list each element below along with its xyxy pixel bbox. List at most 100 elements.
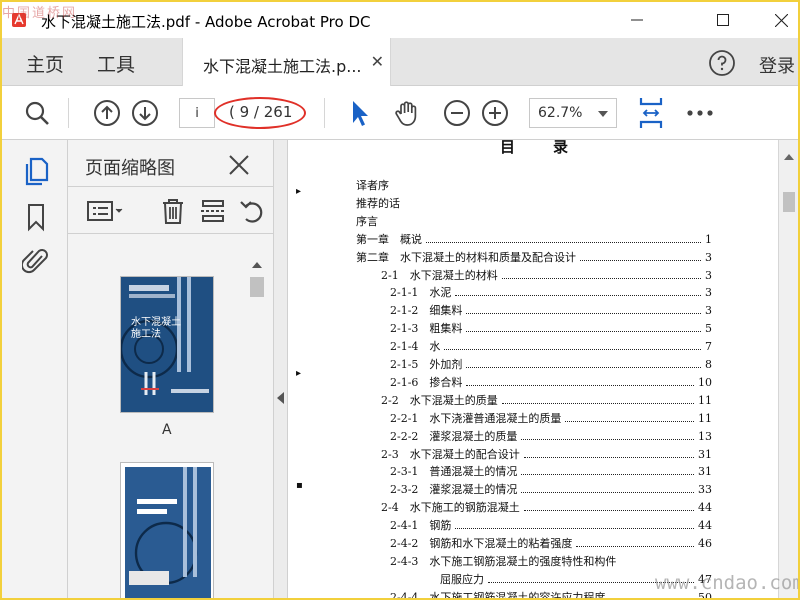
- document-scroll-thumb[interactable]: [783, 192, 795, 212]
- tools-tab[interactable]: 工具: [97, 50, 135, 77]
- cover-title: 水下混凝土施工法: [131, 317, 181, 340]
- next-page-button[interactable]: [130, 98, 160, 128]
- select-tool-button[interactable]: [344, 98, 374, 128]
- page-thumbnail-b[interactable]: [120, 462, 214, 598]
- more-tools-button[interactable]: [685, 98, 715, 128]
- toc-label: 2-3-2 灌浆混凝土的情况: [390, 483, 518, 497]
- toc-leader-dots: [455, 513, 694, 530]
- toc-leader-dots: [521, 459, 694, 476]
- panel-title: 页面缩略图: [85, 158, 175, 179]
- toc-line: 译者序: [288, 178, 728, 194]
- maximize-icon: [717, 14, 729, 26]
- collapse-arrow-icon: [277, 392, 284, 404]
- toc-label: 译者序: [356, 179, 389, 192]
- panel-scroll-thumb[interactable]: [250, 277, 264, 297]
- toc-leader-dots: [501, 263, 701, 279]
- toc-label: 2-1-2 细集料: [390, 304, 463, 318]
- toc-label: 2-1-4 水: [390, 340, 441, 354]
- document-scrollbar[interactable]: [778, 140, 798, 598]
- document-tab[interactable]: 水下混凝土施工法.p... ✕: [182, 38, 391, 86]
- hand-icon: [395, 101, 417, 126]
- toc-leader-dots: [466, 352, 701, 368]
- close-window-button[interactable]: [758, 2, 798, 38]
- toc-page-number: 1: [705, 232, 712, 246]
- menu-bar: 主页 工具: [2, 38, 798, 86]
- bookmark-icon[interactable]: [22, 202, 50, 232]
- toc-page-number: 31: [698, 447, 712, 461]
- previous-page-button[interactable]: [92, 98, 122, 128]
- thumbnail-panel: 页面缩略图 水下混凝土施工法 A: [68, 140, 274, 598]
- attachment-icon[interactable]: [22, 246, 50, 276]
- chevron-down-icon: [598, 111, 608, 117]
- zoom-out-button[interactable]: [442, 98, 472, 128]
- app-window: 水下混凝土施工法.pdf - Adobe Acrobat Pro DC 中国道桥…: [0, 0, 800, 600]
- navigation-rail: [2, 140, 68, 598]
- toc-label: 2-4-2 钢筋和水下混凝土的粘着强度: [390, 537, 573, 550]
- toc-leader-dots: [576, 531, 694, 547]
- arrow-up-circle-icon: [94, 100, 120, 126]
- toc-leader-dots: [466, 370, 694, 386]
- thumbnail-options-icon[interactable]: [86, 197, 126, 225]
- book-cover-thumbnail: [121, 463, 213, 598]
- page-thumbnails-icon[interactable]: [22, 156, 50, 186]
- toc-label: 2-2-2 灌浆混凝土的质量: [390, 429, 518, 443]
- close-panel-icon[interactable]: [228, 154, 250, 176]
- zoom-value: 62.7%: [538, 105, 583, 121]
- toc-page-number: 3: [705, 286, 712, 300]
- toc-label: 2-2 水下混凝土的质量: [381, 393, 498, 407]
- zoom-in-button[interactable]: [480, 98, 510, 128]
- acrobat-app-icon: [12, 13, 26, 27]
- panel-toolbar: [68, 186, 274, 234]
- page-count-highlight: [214, 97, 306, 129]
- zoom-dropdown[interactable]: 62.7%: [529, 98, 617, 128]
- toc-leader-dots: [580, 245, 701, 261]
- delete-page-icon[interactable]: [159, 197, 187, 225]
- toc-page-number: 8: [705, 358, 712, 371]
- maximize-button[interactable]: [700, 2, 746, 38]
- toc-page-number: 33: [698, 483, 712, 497]
- scroll-up-icon[interactable]: [784, 154, 794, 160]
- plus-circle-icon: [482, 100, 508, 126]
- watermark-bottom-right: www.cndao.com: [655, 572, 800, 594]
- close-tab-icon[interactable]: ✕: [371, 52, 384, 71]
- page-number-input[interactable]: i: [179, 98, 215, 128]
- page-thumbnail-a[interactable]: 水下混凝土施工法: [120, 276, 214, 413]
- toc-leader-dots: [523, 442, 694, 458]
- minimize-icon: [631, 19, 643, 21]
- rotate-page-icon[interactable]: [238, 197, 266, 225]
- more-dots-icon: [687, 110, 713, 116]
- toc-page-number: 3: [705, 304, 712, 318]
- extract-pages-icon[interactable]: [199, 197, 227, 225]
- document-viewer: 目录 ▸ ▸ ▪ 译者序 推荐的话 序言 第一章 概说 1 第二章 水下混凝土的材料和质量…: [288, 140, 778, 600]
- toc-page-number: 13: [698, 429, 712, 443]
- toc-label: 序言: [356, 214, 378, 228]
- close-icon: [774, 13, 788, 27]
- toc-label: 2-3-1 普通混凝土的情况: [390, 465, 518, 479]
- search-button[interactable]: [22, 98, 52, 128]
- toc-page-number: 31: [698, 465, 712, 479]
- toc-label: 2-4-4 水下施工钢筋混凝土的容许应力程度: [390, 590, 606, 600]
- toc-leader-dots: [466, 298, 701, 315]
- login-link[interactable]: 登录: [759, 52, 795, 78]
- document-tab-label: 水下混凝土施工法.p...: [203, 57, 362, 76]
- hand-tool-button[interactable]: [392, 98, 422, 128]
- toc-page-number: 44: [698, 501, 712, 515]
- toolbar-divider: [324, 98, 325, 128]
- panel-scrollbar[interactable]: [248, 257, 266, 598]
- home-tab[interactable]: 主页: [26, 50, 64, 77]
- scroll-up-icon[interactable]: [252, 262, 262, 268]
- toc-leader-dots: [521, 424, 694, 440]
- toc-page-number: 5: [705, 322, 712, 336]
- help-icon[interactable]: [708, 49, 736, 77]
- toolbar: i ( 9 / 261 62.7%: [2, 86, 798, 140]
- collapse-panel-strip[interactable]: [274, 140, 288, 598]
- toc-leader-dots: [455, 280, 701, 297]
- toc-leader-dots: [523, 495, 694, 512]
- arrow-down-circle-icon: [132, 100, 158, 126]
- toc-label: 第一章 概说: [356, 232, 422, 246]
- fit-page-button[interactable]: [636, 98, 666, 128]
- toc-label: 2-4-1 钢筋: [390, 519, 452, 533]
- toc-label: 2-3 水下混凝土的配合设计: [381, 447, 520, 461]
- toc-label: 2-1-1 水泥: [390, 286, 452, 300]
- minimize-button[interactable]: [614, 2, 660, 38]
